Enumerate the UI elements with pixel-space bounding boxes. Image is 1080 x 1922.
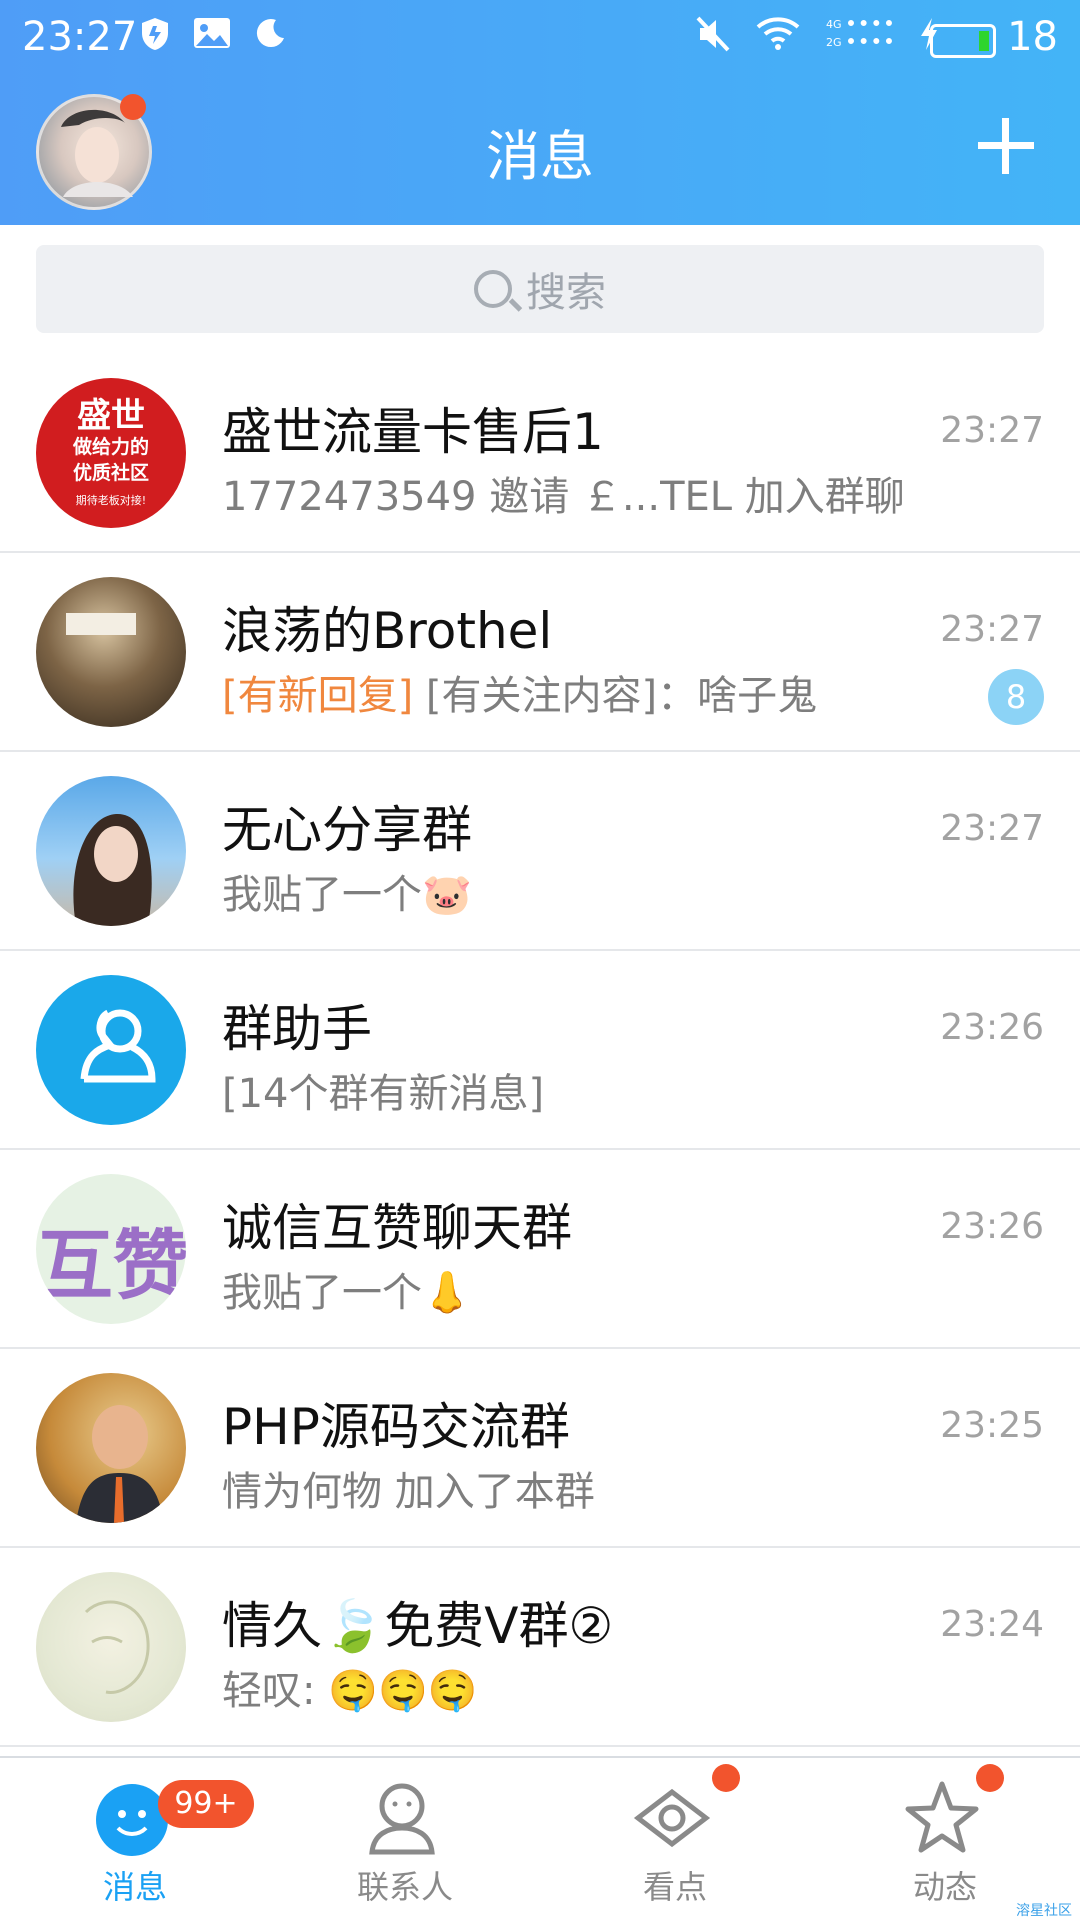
group-avatar xyxy=(36,776,186,926)
image-icon xyxy=(194,18,230,48)
conversation-preview: 轻叹: 🤤🤤🤤 xyxy=(222,1668,478,1714)
conversation-row[interactable]: 群助手 [14个群有新消息] 23:26 xyxy=(0,951,1080,1150)
conversation-name: 情久🍃免费V群② xyxy=(222,1597,614,1655)
conversation-preview: 我贴了一个👃 xyxy=(222,1270,472,1316)
chat-face-icon xyxy=(96,1784,168,1856)
status-left-icons xyxy=(140,16,288,52)
group-icon xyxy=(80,1009,156,1083)
avatar-text: 优质社区 xyxy=(72,462,149,484)
header-bar: 23:27 4G 2G 18 消息 xyxy=(0,0,1080,225)
notification-dot xyxy=(712,1764,740,1792)
group-avatar xyxy=(36,1572,186,1722)
page-title: 消息 xyxy=(486,125,594,188)
preview-text: [有关注内容]：啥子鬼 xyxy=(413,673,818,719)
tab-messages[interactable]: 99+ 消息 xyxy=(0,1758,270,1922)
unread-count-badge: 99+ xyxy=(158,1780,254,1828)
avatar-text: 盛世 xyxy=(77,396,145,436)
group-avatar: 互赞 xyxy=(36,1174,186,1324)
sketch-portrait-icon xyxy=(84,1600,150,1694)
shield-icon xyxy=(142,18,168,50)
conversation-name: 盛世流量卡售后1 xyxy=(222,403,604,461)
conversation-row[interactable]: 无心分享群 我贴了一个🐷 23:27 xyxy=(0,752,1080,951)
conversation-row[interactable]: 盛世 做给力的 优质社区 期待老板对接! 盛世流量卡售后1 1772473549… xyxy=(0,354,1080,553)
conversation-time: 23:26 xyxy=(940,1206,1044,1247)
avatar-text: 互赞 xyxy=(37,1221,186,1310)
star-icon xyxy=(905,1781,979,1853)
network-2g-label: 2G xyxy=(826,36,842,49)
conversation-preview: 1772473549 邀请 ￡...TEL 加入群聊 xyxy=(222,474,905,520)
conversation-name: PHP源码交流群 xyxy=(222,1398,570,1456)
portrait-icon xyxy=(76,1405,164,1523)
signal-icon: 4G 2G xyxy=(826,16,892,52)
mute-icon xyxy=(696,16,730,52)
conversation-list: 盛世 做给力的 优质社区 期待老板对接! 盛世流量卡售后1 1772473549… xyxy=(0,354,1080,1747)
plus-icon[interactable] xyxy=(970,110,1042,182)
tab-discover[interactable]: 看点 xyxy=(540,1758,810,1922)
avatar-text: 期待老板对接! xyxy=(75,494,147,507)
conversation-time: 23:24 xyxy=(940,1604,1044,1645)
conversation-time: 23:27 xyxy=(940,609,1044,650)
conversation-time: 23:27 xyxy=(940,808,1044,849)
search-input[interactable]: 搜索 xyxy=(36,245,1044,333)
eye-icon xyxy=(633,1788,711,1848)
conversation-row[interactable]: PHP源码交流群 情为何物 加入了本群 23:25 xyxy=(0,1349,1080,1548)
conversation-preview: [有新回复] [有关注内容]：啥子鬼 xyxy=(222,663,817,721)
conversation-name: 诚信互赞聊天群 xyxy=(222,1199,572,1257)
conversation-preview: 我贴了一个🐷 xyxy=(222,872,472,918)
portrait-icon xyxy=(73,813,152,926)
group-avatar xyxy=(36,1373,186,1523)
conversation-row[interactable]: 情久🍃免费V群② 轻叹: 🤤🤤🤤 23:24 xyxy=(0,1548,1080,1747)
person-icon xyxy=(369,1783,435,1855)
conversation-preview: 情为何物 加入了本群 xyxy=(222,1469,595,1515)
group-assistant-avatar xyxy=(36,975,186,1125)
tab-label: 看点 xyxy=(642,1868,707,1906)
network-4g-label: 4G xyxy=(826,18,842,31)
conversation-time: 23:25 xyxy=(940,1405,1044,1446)
status-right-icons: 4G 2G xyxy=(696,16,940,52)
conversation-name: 群助手 xyxy=(222,1000,372,1058)
group-avatar xyxy=(36,577,186,727)
search-placeholder: 搜索 xyxy=(526,270,606,316)
conversation-name: 浪荡的Brothel xyxy=(222,602,553,660)
conversation-name: 无心分享群 xyxy=(222,801,472,859)
conversation-row[interactable]: 浪荡的Brothel [有新回复] [有关注内容]：啥子鬼 23:27 8 xyxy=(0,553,1080,752)
preview-tag: [有新回复] xyxy=(222,673,414,719)
moon-icon xyxy=(256,19,284,48)
tab-feed[interactable]: 动态 xyxy=(810,1758,1080,1922)
avatar-text: 做给力的 xyxy=(72,436,149,458)
bottom-tab-bar: 99+ 消息 联系人 看点 动态 溶星社区 xyxy=(0,1756,1080,1922)
conversation-preview: [14个群有新消息] xyxy=(222,1071,545,1117)
search-icon xyxy=(474,270,512,308)
conversation-time: 23:26 xyxy=(940,1007,1044,1048)
tab-contacts[interactable]: 联系人 xyxy=(270,1758,540,1922)
status-time: 23:27 xyxy=(22,14,138,60)
unread-badge: 8 xyxy=(988,669,1044,725)
notification-dot xyxy=(976,1764,1004,1792)
conversation-row[interactable]: 互赞 诚信互赞聊天群 我贴了一个👃 23:26 xyxy=(0,1150,1080,1349)
battery-level: 18 xyxy=(1007,14,1058,60)
status-bar: 23:27 4G 2G 18 xyxy=(0,0,1080,75)
wifi-icon xyxy=(756,17,800,50)
tab-label: 联系人 xyxy=(356,1868,453,1906)
watermark: 溶星社区 xyxy=(1016,1903,1072,1919)
tab-label: 消息 xyxy=(102,1868,167,1906)
conversation-time: 23:27 xyxy=(940,410,1044,451)
group-avatar: 盛世 做给力的 优质社区 期待老板对接! xyxy=(36,378,186,528)
street-sign-icon xyxy=(66,613,136,635)
battery-icon xyxy=(930,24,996,58)
